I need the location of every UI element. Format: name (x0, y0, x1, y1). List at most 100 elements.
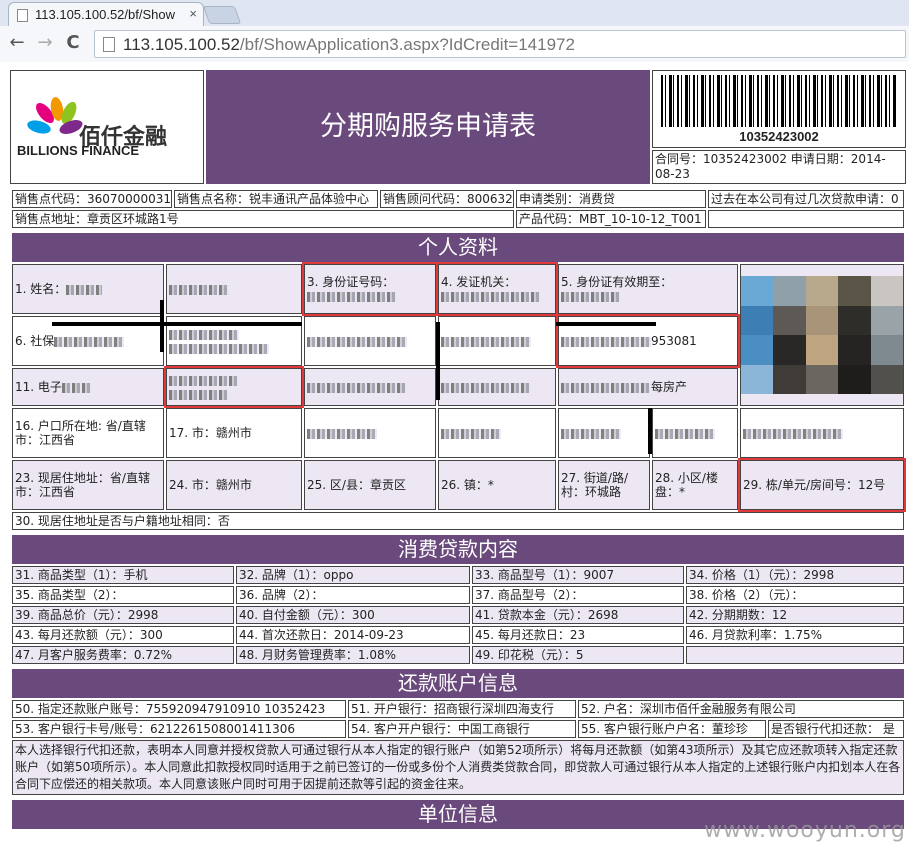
loan-cell: 47. 月客户服务费率：0.72% (12, 646, 234, 664)
loan-cell: 35. 商品类型（2）： (12, 586, 234, 604)
loan-cell (686, 646, 904, 664)
barcode-number: 10352423002 (739, 129, 819, 144)
page-icon (103, 37, 115, 52)
authorization-note: 本人选择银行代扣还款，表明本人同意并授权贷款人可通过银行从本人指定的银行账户（如… (12, 740, 904, 795)
loan-cell: 34. 价格（1）（元）：2998 (686, 566, 904, 584)
field-masked (558, 408, 650, 458)
logo-text-en: BILLIONS FINANCE (17, 143, 140, 158)
loan-cell: 44. 首次还款日：2014-09-23 (236, 626, 470, 644)
applicant-photo (740, 264, 904, 406)
loan-cell: 36. 品牌（2）： (236, 586, 470, 604)
field-masked (164, 366, 304, 408)
loan-cell: 46. 月贷款利率：1.75% (686, 626, 904, 644)
section-personal: 个人资料 (12, 233, 904, 262)
empty-cell (708, 210, 904, 228)
browser-tab[interactable]: 113.105.100.52/bf/Show × (8, 2, 204, 26)
field-masked (304, 408, 436, 458)
loan-cell: 49. 印花税（元）：5 (472, 646, 684, 664)
loan-cell: 43. 每月还款额（元）：300 (12, 626, 234, 644)
loan-cell: 37. 商品型号（2）： (472, 586, 684, 604)
redaction-bar (436, 322, 440, 400)
address-table: 16. 户口所在地: 省/直辖市：江西省 17. 市：赣州市 23. 现居住地址… (10, 406, 906, 532)
customer-bank: 54. 客户开户银行：中国工商银行 (348, 720, 576, 738)
repay-bank: 51. 开户银行：招商银行深圳四海支行 (348, 700, 576, 718)
application-category: 申请类别：消费贷 (516, 190, 706, 208)
field-id-expiry: 5. 身份证有效期至： (558, 264, 738, 314)
loan-cell: 38. 价格（2）（元）： (686, 586, 904, 604)
photo-mosaic (741, 276, 903, 394)
store-address: 销售点地址：章贡区环城路1号 (12, 210, 514, 228)
url-host: 113.105.100.52 (123, 35, 240, 54)
loan-cell: 39. 商品总价（元）：2998 (12, 606, 234, 624)
repay-account-name: 52. 户名：深圳市佰仟金融服务有限公司 (578, 700, 904, 718)
address-bar[interactable]: 113.105.100.52/bf/ShowApplication3.aspx?… (94, 30, 906, 58)
tab-title: 113.105.100.52/bf/Show (35, 7, 175, 22)
redaction-bar (556, 322, 656, 326)
field-current-district: 25. 区/县：章贡区 (304, 460, 436, 510)
customer-account-name: 55. 客户银行账户户名：董珍珍 (578, 720, 766, 738)
redaction-bar (648, 408, 652, 454)
field-id-number: 3. 身份证号码： (302, 262, 438, 316)
field-hukou-city: 17. 市：赣州市 (166, 408, 302, 458)
loan-cell: 48. 月财务管理费率：1.08% (236, 646, 470, 664)
barcode: 10352423002 (652, 70, 906, 148)
field-current-town: 26. 镇：* (438, 460, 556, 510)
redaction-bar (52, 322, 302, 326)
section-repay: 还款账户信息 (12, 669, 904, 698)
forward-icon[interactable]: → (34, 32, 56, 54)
loan-cell: 33. 商品型号（1）：9007 (472, 566, 684, 584)
field-masked (740, 408, 904, 458)
repay-table: 50. 指定还款账户账号：755920947910910 10352423 51… (10, 698, 906, 797)
field-masked (166, 264, 302, 314)
toolbar: ← → C 113.105.100.52/bf/ShowApplication3… (0, 26, 909, 62)
field-masked (438, 408, 556, 458)
field-masked (438, 316, 556, 366)
personal-table: 1. 姓名： 3. 身份证号码： 4. 发证机关： 5. 身份证有效期至： 6.… (10, 262, 906, 408)
field-current-city: 24. 市：赣州市 (166, 460, 302, 510)
field-masked (652, 408, 738, 458)
field-masked (438, 368, 556, 406)
customer-card: 53. 客户银行卡号/账号：6212261508001411306 (12, 720, 346, 738)
loan-cell: 45. 每月还款日：23 (472, 626, 684, 644)
barcode-bars (661, 75, 897, 127)
loan-cell: 42. 分期期数：12 (686, 606, 904, 624)
form-header: 佰仟金融 BILLIONS FINANCE 分期购服务申请表 103524230… (10, 68, 906, 188)
company-logo: 佰仟金融 BILLIONS FINANCE (10, 70, 204, 184)
store-info-table: 销售点代码：36070000031 销售点名称：锐丰通讯产品体验中心 销售顾问代… (10, 188, 906, 230)
loan-table: 31. 商品类型（1）：手机 32. 品牌（1）：oppo 33. 商品型号（1）：… (10, 564, 906, 666)
back-icon[interactable]: ← (6, 32, 28, 54)
field-current-street: 27. 街道/路/村：环城路 (558, 460, 650, 510)
close-tab-icon[interactable]: × (189, 6, 197, 21)
field-masked (304, 316, 436, 366)
new-tab-button[interactable] (202, 6, 242, 24)
field-same-address: 30. 现居住地址是否与户籍地址相同：否 (12, 512, 904, 530)
reload-icon[interactable]: C (62, 32, 84, 54)
redaction-bar (160, 300, 164, 352)
product-code: 产品代码：MBT_10-10-12_T001 (516, 210, 706, 228)
field-hukou-province: 16. 户口所在地: 省/直辖市：江西省 (12, 408, 164, 458)
repay-account: 50. 指定还款账户账号：755920947910910 10352423 (12, 700, 346, 718)
loan-cell: 31. 商品类型（1）：手机 (12, 566, 234, 584)
form-title: 分期购服务申请表 (206, 70, 650, 184)
past-loan-count: 过去在本公司有过几次贷款申请：0 (708, 190, 904, 208)
watermark: www.wooyun.org (704, 818, 906, 843)
browser-chrome: 113.105.100.52/bf/Show × ← → C 113.105.1… (0, 0, 909, 62)
auto-debit: 是否银行代扣还款： 是 (768, 720, 904, 738)
loan-cell: 40. 自付金额（元）：300 (236, 606, 470, 624)
field-housing: 每房产 (558, 368, 738, 406)
field-issuer: 4. 发证机关： (436, 262, 558, 316)
url-path: /bf/ShowApplication3.aspx?IdCredit=14197… (239, 35, 575, 54)
store-name: 销售点名称：锐丰通讯产品体验中心 (174, 190, 378, 208)
field-current-province: 23. 现居住地址：省/直辖市：江西省 (12, 460, 164, 510)
field-current-room: 29. 栋/单元/房间号：12号 (738, 458, 906, 512)
loan-cell: 41. 贷款本金（元）：2698 (472, 606, 684, 624)
field-current-estate: 28. 小区/楼盘：* (652, 460, 738, 510)
contract-info: 合同号：10352423002 申请日期：2014-08-23 (652, 150, 906, 184)
page-icon (17, 9, 28, 22)
loan-cell: 32. 品牌（1）：oppo (236, 566, 470, 584)
store-code: 销售点代码：36070000031 (12, 190, 172, 208)
application-form: 佰仟金融 BILLIONS FINANCE 分期购服务申请表 103524230… (10, 68, 906, 829)
advisor-code: 销售顾问代码：800632 (380, 190, 514, 208)
field-masked (304, 368, 436, 406)
section-loan: 消费贷款内容 (12, 535, 904, 564)
